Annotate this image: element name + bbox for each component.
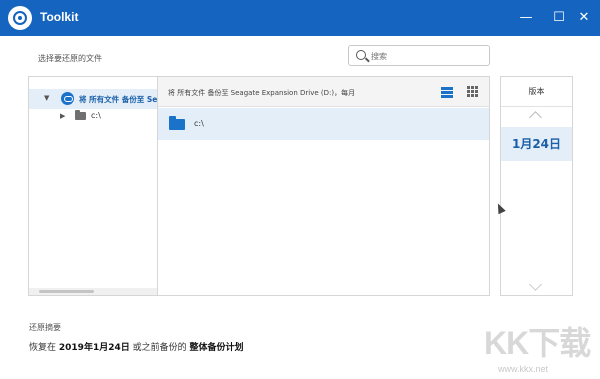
title-bar: Toolkit — ☐ ✕ bbox=[0, 0, 600, 36]
horizontal-scrollbar[interactable] bbox=[29, 288, 158, 295]
watermark-logo: KK下载 www.kkx.net bbox=[480, 318, 598, 378]
folder-icon bbox=[169, 116, 185, 130]
version-panel: 版本 1月24日 bbox=[500, 76, 573, 296]
app-logo-icon bbox=[8, 6, 32, 30]
tree-item-backup-plan[interactable]: ▼ 将 所有文件 备份至 Seagate bbox=[29, 89, 158, 109]
summary-plan: 整体备份计划 bbox=[189, 343, 244, 353]
tree-item-label: 将 所有文件 备份至 Seagate bbox=[79, 95, 158, 104]
restore-summary-text: 恢复在 2019年1月24日 或之前备份的 整体备份计划 bbox=[29, 340, 244, 353]
watermark-text: KK下载 bbox=[484, 325, 591, 361]
watermark-url: www.kkx.net bbox=[498, 364, 549, 374]
minimize-button[interactable]: — bbox=[516, 8, 536, 28]
chevron-down-icon[interactable] bbox=[529, 278, 542, 291]
maximize-button[interactable]: ☐ bbox=[549, 8, 569, 28]
folder-tree-panel: ▼ 将 所有文件 备份至 Seagate ▶ c:\ bbox=[28, 76, 158, 296]
collapse-caret-icon[interactable]: ▶ bbox=[60, 112, 65, 120]
summary-prefix: 恢复在 bbox=[29, 343, 57, 353]
cloud-backup-icon bbox=[61, 92, 74, 105]
backup-source-text: 将 所有文件 备份至 Seagate Expansion Drive (D:)，… bbox=[168, 89, 356, 97]
tree-item-c-drive[interactable]: ▶ c:\ bbox=[29, 107, 158, 127]
close-button[interactable]: ✕ bbox=[574, 8, 594, 28]
selected-version-date[interactable]: 1月24日 bbox=[501, 127, 572, 161]
search-input[interactable] bbox=[371, 49, 481, 63]
tree-item-label: c:\ bbox=[91, 111, 101, 120]
grid-view-icon[interactable] bbox=[467, 86, 479, 98]
scrollbar-thumb[interactable] bbox=[39, 290, 94, 293]
summary-middle: 或之前备份的 bbox=[132, 343, 187, 353]
search-box[interactable] bbox=[348, 45, 490, 66]
file-list-panel: 将 所有文件 备份至 Seagate Expansion Drive (D:)，… bbox=[157, 76, 490, 296]
restore-summary-title: 还原摘要 bbox=[29, 323, 61, 332]
version-header: 版本 bbox=[501, 77, 572, 107]
folder-icon bbox=[75, 110, 86, 120]
list-view-icon[interactable] bbox=[441, 87, 453, 98]
expand-caret-icon[interactable]: ▼ bbox=[44, 94, 49, 102]
file-list-header: 将 所有文件 备份至 Seagate Expansion Drive (D:)，… bbox=[158, 77, 489, 107]
app-title: Toolkit bbox=[40, 10, 79, 24]
file-row[interactable]: c:\ bbox=[158, 108, 489, 140]
chevron-up-icon[interactable] bbox=[529, 111, 542, 124]
select-files-label: 选择要还原的文件 bbox=[38, 54, 102, 63]
file-name: c:\ bbox=[194, 119, 204, 128]
summary-date: 2019年1月24日 bbox=[58, 343, 130, 353]
search-icon bbox=[356, 50, 366, 60]
